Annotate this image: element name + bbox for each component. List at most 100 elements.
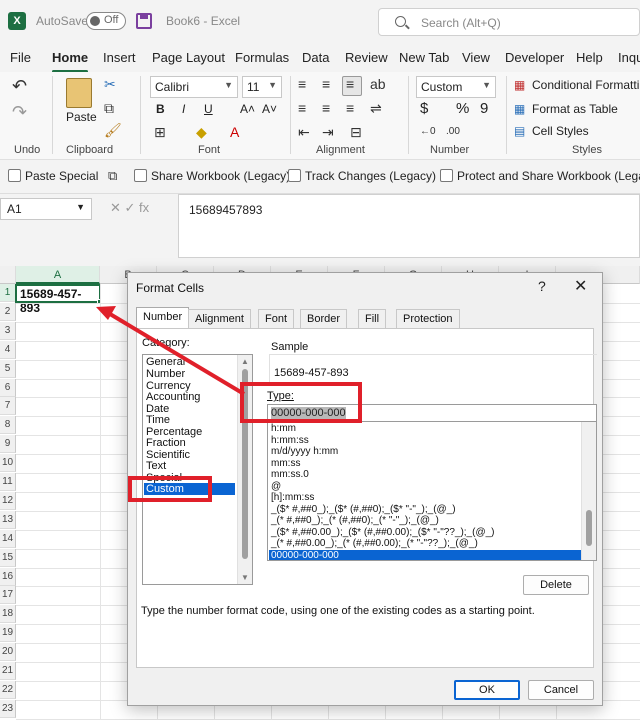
save-icon[interactable] [136,13,152,29]
list-item[interactable]: _($* #,##0.00_);_($* (#,##0.00);_($* "-"… [271,527,495,539]
row-header[interactable]: 8 [0,416,16,435]
borders-icon[interactable]: ⊞ [154,124,166,141]
align-middle-icon[interactable]: ≡ [322,76,330,92]
list-item-selected[interactable]: 00000-000-000 [269,549,581,560]
row-header[interactable]: 10 [0,454,16,473]
format-painter-icon[interactable]: 🖌 [104,122,122,139]
tab-font[interactable]: Font [258,309,295,329]
row-header[interactable]: 19 [0,624,16,643]
list-item[interactable]: h:mm:ss [271,435,309,447]
tab-insert[interactable]: Insert [103,50,136,65]
currency-button[interactable]: $ [420,100,428,117]
align-center-icon[interactable]: ≡ [322,100,330,116]
row-header[interactable]: 16 [0,567,16,586]
orientation-icon[interactable]: ab [370,76,386,92]
tab-formulas[interactable]: Formulas [235,50,289,65]
list-item[interactable]: @ [271,481,281,493]
decrease-decimal-icon[interactable]: .00 [446,126,460,137]
paste-special-button[interactable]: Paste Special [8,169,98,183]
row-header[interactable]: 6 [0,378,16,397]
category-list[interactable]: General Number Currency Accounting Date … [142,354,253,585]
row-header[interactable]: 9 [0,435,16,454]
tab-view[interactable]: View [462,50,490,65]
align-top-icon[interactable]: ≡ [298,76,306,92]
paste-label[interactable]: Paste [66,110,97,124]
tab-inquire[interactable]: Inqu [618,50,640,65]
row-header[interactable]: 11 [0,473,16,491]
cell-a1[interactable]: 15689-457-893 [15,284,101,315]
tab-help[interactable]: Help [576,50,603,65]
tab-developer[interactable]: Developer [505,50,564,65]
row-header[interactable]: 5 [0,359,16,378]
list-item[interactable]: h:mm [271,423,296,435]
scroll-thumb[interactable] [586,510,592,546]
row-header[interactable]: 12 [0,491,16,510]
list-item[interactable]: _(* #,##0_);_(* (#,##0);_(* "-"_);_(@_) [271,515,439,527]
close-icon[interactable]: ✕ [574,276,587,296]
scroll-down-icon[interactable]: ▼ [241,573,249,582]
increase-font-button[interactable]: A˄ [240,102,255,116]
list-item[interactable]: _($* #,##0_);_($* (#,##0);_($* "-"_);_(@… [271,504,456,516]
tab-protection[interactable]: Protection [396,309,460,329]
cancel-button[interactable]: Cancel [528,680,594,700]
row-header[interactable]: 14 [0,529,16,548]
list-item[interactable]: [h]:mm:ss [271,492,314,504]
increase-decimal-icon[interactable]: ←0 [420,126,436,137]
row-header[interactable]: 22 [0,680,16,699]
ok-button[interactable]: OK [454,680,520,700]
list-item[interactable]: General [146,356,185,368]
name-box[interactable]: A1 ▼ [0,198,92,220]
row-header[interactable]: 3 [0,321,16,340]
track-changes-button[interactable]: Track Changes (Legacy) [288,169,436,183]
row-header[interactable]: 13 [0,510,16,529]
row-header[interactable]: 2 [0,302,16,321]
list-item[interactable]: Percentage [146,426,202,438]
font-size-combo[interactable]: 11 ▼ [242,76,282,98]
autosave-toggle[interactable]: Off [86,12,126,30]
tab-alignment[interactable]: Alignment [188,309,251,329]
cut-icon[interactable]: ✂ [104,76,116,93]
list-item[interactable]: Text [146,460,166,472]
row-header[interactable]: 7 [0,397,16,416]
bold-button[interactable]: B [156,102,165,116]
row-header[interactable]: 1 [0,284,16,302]
font-name-combo[interactable]: Calibri ▼ [150,76,238,98]
list-item[interactable]: Date [146,403,169,415]
list-item[interactable]: Time [146,414,170,426]
row-header[interactable]: 17 [0,586,16,605]
list-item[interactable]: Currency [146,380,191,392]
tab-page-layout[interactable]: Page Layout [152,50,225,65]
wrap-text-icon[interactable]: ⇌ [370,100,382,117]
scroll-up-icon[interactable]: ▲ [241,357,249,366]
decrease-indent-icon[interactable]: ⇤ [298,124,310,141]
delete-button[interactable]: Delete [523,575,589,595]
tab-review[interactable]: Review [345,50,388,65]
tab-fill[interactable]: Fill [358,309,387,329]
tab-new-tab[interactable]: New Tab [399,50,449,65]
list-item[interactable]: Fraction [146,437,186,449]
tab-data[interactable]: Data [302,50,329,65]
tab-file[interactable]: File [10,50,31,65]
increase-indent-icon[interactable]: ⇥ [322,124,334,141]
row-header[interactable]: 23 [0,699,16,718]
help-button[interactable]: ? [538,278,546,294]
font-color-icon[interactable]: A [230,124,239,140]
select-all-corner[interactable] [0,266,16,284]
row-header[interactable]: 18 [0,605,16,624]
protect-share-button[interactable]: Protect and Share Workbook (Legacy) [440,169,640,183]
list-item[interactable]: mm:ss [271,458,300,470]
comma-button[interactable]: 9 [480,100,488,117]
fill-color-icon[interactable]: ◆ [196,124,207,141]
list-item[interactable]: mm:ss.0 [271,469,309,481]
row-header[interactable]: 4 [0,340,16,359]
italic-button[interactable]: I [182,102,185,116]
list-item[interactable]: Number [146,368,185,380]
format-list[interactable]: h:mm h:mm:ss m/d/yyyy h:mm mm:ss mm:ss.0… [267,421,597,561]
percent-button[interactable]: % [456,100,469,117]
underline-button[interactable]: U [204,102,213,116]
align-right-icon[interactable]: ≡ [346,100,354,116]
list-item[interactable]: _(* #,##0.00_);_(* (#,##0.00);_(* "-"??_… [271,538,478,550]
undo-icon[interactable]: ↶ [12,76,27,97]
row-header[interactable]: 20 [0,643,16,662]
formula-icons[interactable]: ✕ ✓ fx [110,200,149,216]
